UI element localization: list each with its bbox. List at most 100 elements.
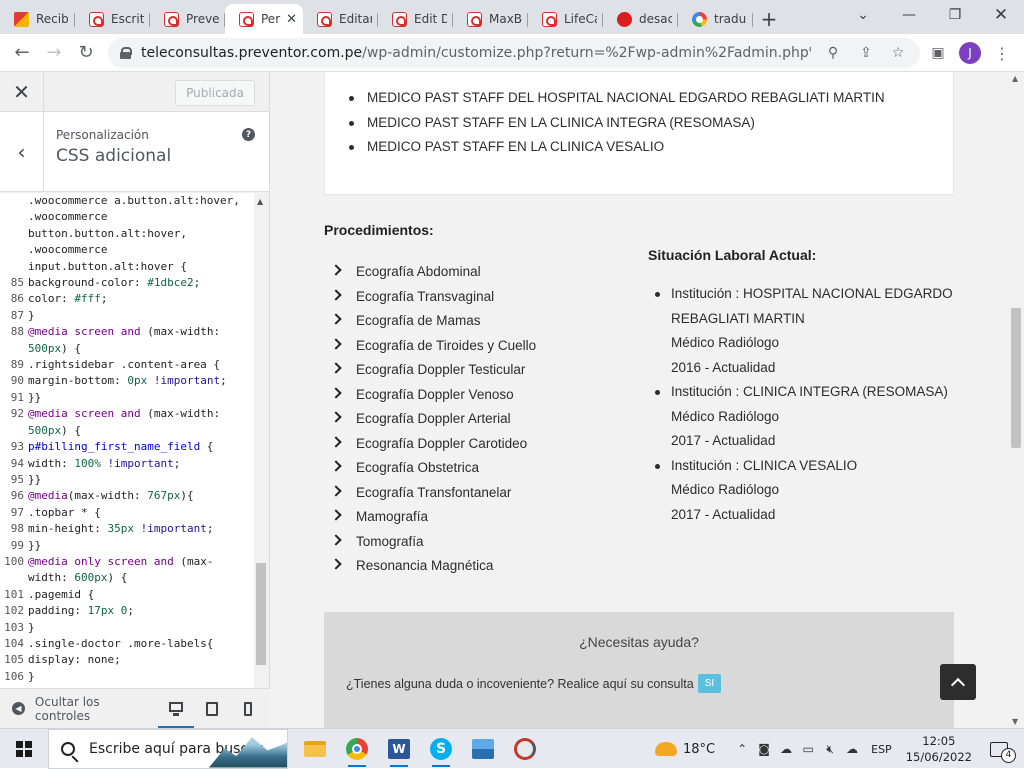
code-text[interactable]: 500px) { (28, 423, 268, 439)
code-line[interactable]: 97 .topbar * { (0, 505, 268, 521)
help-icon[interactable]: ? (242, 128, 255, 141)
code-text[interactable]: button.button.alt:hover, (28, 226, 268, 242)
code-text[interactable]: .pagemid { (28, 587, 268, 603)
scroll-down-icon[interactable]: ▼ (1012, 717, 1018, 726)
language-indicator[interactable]: ESP (871, 743, 892, 756)
code-text[interactable]: @media screen and (max-width: (28, 406, 268, 422)
code-line[interactable]: 98 min-height: 35px !important; (0, 521, 268, 537)
code-line[interactable]: 95}} (0, 472, 268, 488)
code-line[interactable]: 500px) { (0, 341, 268, 357)
tab-search-icon[interactable]: ⌄ (840, 0, 886, 30)
network-icon[interactable]: ▭ (797, 742, 819, 756)
code-text[interactable]: } (28, 308, 268, 324)
code-line[interactable]: 85 background-color: #1dbce2; (0, 275, 268, 291)
forward-icon[interactable]: → (38, 37, 70, 69)
code-line[interactable]: .woocommerce (0, 242, 268, 258)
close-window-icon[interactable]: ✕ (978, 0, 1024, 30)
code-text[interactable]: .topbar * { (28, 505, 268, 521)
code-text[interactable]: }} (28, 472, 268, 488)
cloud-icon[interactable]: ☁ (775, 742, 797, 756)
code-line[interactable]: 105 display: none; (0, 652, 268, 668)
code-text[interactable]: @media only screen and (max- (28, 554, 268, 570)
code-line[interactable]: 500px) { (0, 423, 268, 439)
notification-icon[interactable]: 4 (990, 741, 1016, 763)
start-button[interactable] (0, 729, 48, 769)
file-explorer-app[interactable] (294, 729, 336, 769)
code-line[interactable]: width: 600px) { (0, 570, 268, 586)
share-icon[interactable]: ⇪ (856, 43, 876, 63)
publish-button[interactable]: Publicada (175, 80, 255, 106)
code-line[interactable]: button.button.alt:hover, (0, 226, 268, 242)
code-text[interactable]: .woocommerce (28, 242, 268, 258)
tab-0[interactable]: Recibi (0, 4, 75, 34)
chrome-app[interactable] (336, 729, 378, 769)
volume-muted-icon[interactable]: 🔇︎ (819, 742, 841, 757)
scroll-up-icon[interactable]: ▲ (257, 197, 263, 206)
preview-tablet-button[interactable] (194, 689, 230, 729)
code-line[interactable]: 101 .pagemid { (0, 587, 268, 603)
code-line[interactable]: 106} (0, 669, 268, 685)
code-text[interactable]: .woocommerce a.button.alt:hover, (28, 193, 268, 209)
code-line[interactable]: 89 .rightsidebar .content-area { (0, 357, 268, 373)
word-app[interactable]: W (378, 729, 420, 769)
back-to-top-button[interactable] (940, 664, 976, 700)
code-line[interactable]: 86 color: #fff; (0, 291, 268, 307)
preview-desktop-button[interactable] (158, 689, 194, 729)
temperature[interactable]: 18°C (683, 742, 715, 757)
tool-app[interactable] (504, 729, 546, 769)
code-text[interactable]: width: 600px) { (28, 570, 268, 586)
preview-scrollbar-thumb[interactable] (1011, 308, 1021, 448)
tab-7[interactable]: LifeCa (528, 4, 603, 34)
code-line[interactable]: 94 width: 100% !important; (0, 456, 268, 472)
code-text[interactable]: padding: 17px 0; (28, 603, 268, 619)
code-line[interactable]: input.button.alt:hover { (0, 259, 268, 275)
code-text[interactable]: display: none; (28, 652, 268, 668)
code-line[interactable]: 87} (0, 308, 268, 324)
tab-1[interactable]: Escrito (75, 4, 150, 34)
menu-kebab-icon[interactable]: ⋮ (992, 43, 1012, 63)
code-text[interactable]: background-color: #1dbce2; (28, 275, 268, 291)
code-line[interactable]: 99}} (0, 538, 268, 554)
code-text[interactable]: }} (28, 390, 268, 406)
code-text[interactable]: } (28, 620, 268, 636)
reload-icon[interactable]: ↻ (70, 37, 102, 69)
tab-6[interactable]: MaxBu (453, 4, 528, 34)
tab-9[interactable]: traduc (678, 4, 753, 34)
preview-mobile-button[interactable] (230, 689, 266, 729)
code-text[interactable]: }} (28, 538, 268, 554)
code-line[interactable]: .woocommerce a.button.alt:hover, (0, 193, 268, 209)
editor-scrollbar-thumb[interactable] (256, 563, 266, 665)
code-text[interactable]: min-height: 35px !important; (28, 521, 268, 537)
scroll-up-icon[interactable]: ▲ (1012, 74, 1018, 83)
tab-5[interactable]: Edit D (378, 4, 453, 34)
code-line[interactable]: .woocommerce (0, 209, 268, 225)
code-lines[interactable]: .woocommerce a.button.alt:hover, .woocomm… (0, 193, 268, 685)
code-text[interactable]: @media screen and (max-width: (28, 324, 268, 340)
code-text[interactable]: margin-bottom: 0px !important; (28, 373, 268, 389)
code-line[interactable]: 93 p#billing_first_name_field { (0, 439, 268, 455)
weather-icon[interactable] (655, 742, 677, 756)
help-yes-button[interactable]: SI (697, 674, 722, 693)
omnibox[interactable]: teleconsultas.preventor.com.pe/wp-admin/… (108, 38, 920, 68)
code-text[interactable]: width: 100% !important; (28, 456, 268, 472)
code-line[interactable]: 92 @media screen and (max-width: (0, 406, 268, 422)
css-code-editor[interactable]: .woocommerce a.button.alt:hover, .woocomm… (0, 193, 268, 753)
taskbar-search[interactable]: Escribe aquí para buscar (48, 728, 288, 769)
code-line[interactable]: 91}} (0, 390, 268, 406)
tab-8[interactable]: desact (603, 4, 678, 34)
tab-4[interactable]: Editar (303, 4, 378, 34)
close-tab-icon[interactable]: ✕ (286, 12, 297, 27)
back-icon[interactable]: ← (6, 37, 38, 69)
code-text[interactable]: input.button.alt:hover { (28, 259, 268, 275)
code-text[interactable]: p#billing_first_name_field { (28, 439, 268, 455)
skype-app[interactable]: S (420, 729, 462, 769)
code-text[interactable]: .rightsidebar .content-area { (28, 357, 268, 373)
code-line[interactable]: 90 margin-bottom: 0px !important; (0, 373, 268, 389)
code-line[interactable]: 102 padding: 17px 0; (0, 603, 268, 619)
code-line[interactable]: 103} (0, 620, 268, 636)
code-text[interactable]: color: #fff; (28, 291, 268, 307)
side-panel-icon[interactable]: ▣ (928, 43, 948, 63)
code-text[interactable]: .single-doctor .more-labels{ (28, 636, 268, 652)
close-customizer-icon[interactable]: ✕ (0, 71, 44, 112)
new-tab-button[interactable]: + (753, 4, 785, 34)
